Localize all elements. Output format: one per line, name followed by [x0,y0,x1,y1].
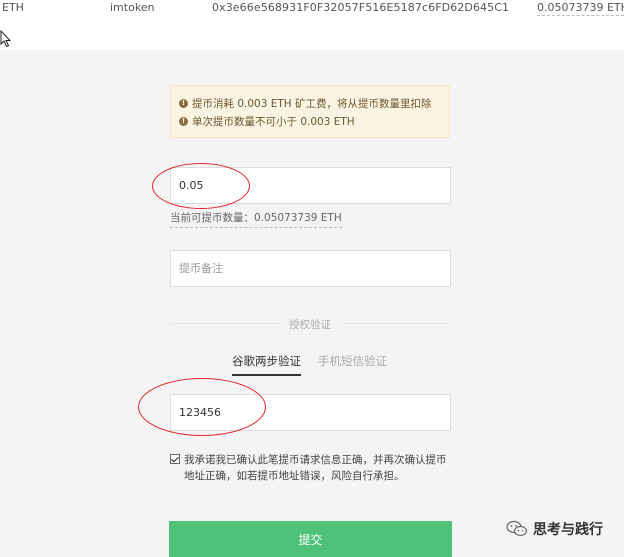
divider-right [343,323,451,324]
mouse-cursor-icon [0,30,12,48]
notice-line: ! 提币消耗 0.003 ETH 矿工费，将从提币数量里扣除 [179,94,441,112]
withdraw-amount-input[interactable] [170,167,451,204]
withdrawal-address-row: ETH imtoken 0x3e66e568931F0F32057F516E51… [0,0,624,50]
notice-line: ! 单次提币数量不可小于 0.003 ETH [179,112,441,130]
auth-section-label: 授权验证 [289,319,331,331]
divider-left [170,323,282,324]
address-balance: 0.05073739 ETH [537,1,624,16]
wallet-address: 0x3e66e568931F0F32057F516E5187c6FD62D645… [212,1,510,14]
agreement: 我承诺我已确认此笔提币请求信息正确，并再次确认提币地址正确，如若提币地址错误，风… [170,452,455,484]
tab-sms-verification[interactable]: 手机短信验证 [318,353,387,374]
info-icon: ! [179,116,188,126]
watermark: 思考与践行 [506,519,603,539]
wechat-icon [506,520,528,537]
agreement-checkbox[interactable] [170,454,180,464]
verification-code-input[interactable] [170,394,451,431]
agreement-text: 我承诺我已确认此笔提币请求信息正确，并再次确认提币地址正确，如若提币地址错误，风… [184,454,447,482]
available-amount: 当前可提币数量：0.05073739 ETH [170,210,342,228]
address-label: imtoken [110,1,155,14]
submit-button[interactable]: 提交 [169,521,452,557]
notice-fee-text: 提币消耗 0.003 ETH 矿工费，将从提币数量里扣除 [192,97,432,110]
fee-notice: ! 提币消耗 0.003 ETH 矿工费，将从提币数量里扣除 ! 单次提币数量不… [170,85,450,138]
withdraw-remark-input[interactable] [170,250,451,287]
info-icon: ! [179,98,188,108]
tab-google-2fa[interactable]: 谷歌两步验证 [232,353,301,376]
notice-min-text: 单次提币数量不可小于 0.003 ETH [192,115,355,128]
watermark-text: 思考与践行 [533,522,603,538]
coin-name: ETH [2,1,24,14]
